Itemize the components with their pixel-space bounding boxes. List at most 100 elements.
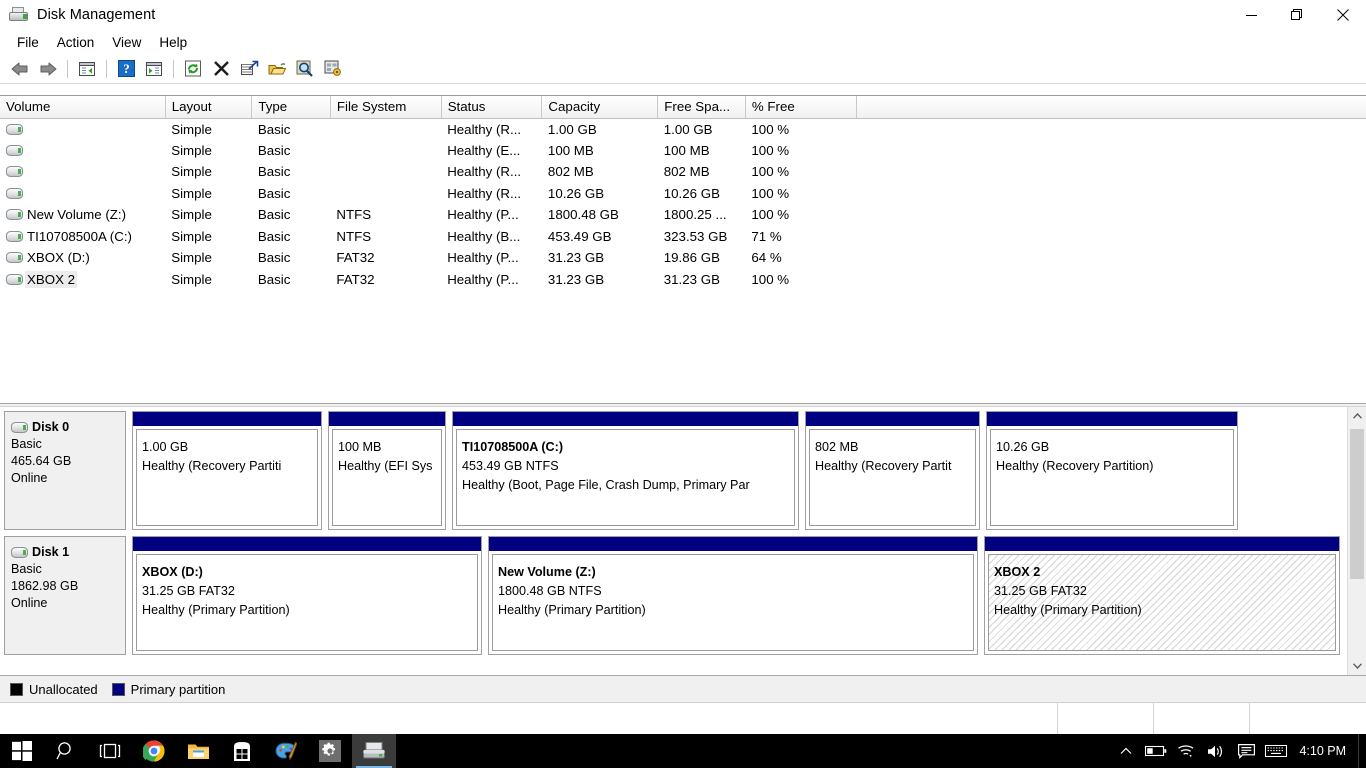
volume-row[interactable]: New Volume (Z:) Simple Basic NTFS Healthy (P… [0, 204, 1366, 226]
menu-file[interactable]: File [8, 32, 48, 53]
column-header-blank[interactable] [856, 96, 1366, 119]
partition-details[interactable]: XBOX 2 31.25 GB FAT32 Healthy (Primary Par… [988, 554, 1336, 651]
show-hidden-icons-icon[interactable] [1111, 734, 1141, 768]
partition-details[interactable]: New Volume (Z:) 1800.48 GB NTFS Healthy (P… [492, 554, 974, 651]
volume-cell-status[interactable]: Healthy (R... [441, 161, 542, 183]
disk-info-panel[interactable]: Disk 1 Basic 1862.98 GB Online [4, 536, 126, 655]
volume-cell-status[interactable]: Healthy (E... [441, 140, 542, 162]
volume-cell-volume[interactable]: New Volume (Z:) [0, 204, 165, 226]
volume-cell-free[interactable]: 323.53 GB [658, 226, 746, 248]
forward-icon[interactable] [34, 56, 62, 82]
column-header-file-system[interactable]: File System [330, 96, 442, 119]
partition-block[interactable]: 100 MB Healthy (EFI Sys [328, 411, 446, 530]
volume-cell-layout[interactable]: Simple [165, 118, 252, 140]
partition-block[interactable]: 10.26 GB Healthy (Recovery Partition) [986, 411, 1238, 530]
partition-block[interactable]: TI10708500A (C:) 453.49 GB NTFS Healthy (B… [452, 411, 799, 530]
start-button[interactable] [0, 734, 44, 768]
back-icon[interactable] [6, 56, 34, 82]
help-icon[interactable]: ? [112, 56, 140, 82]
volume-cell-capacity[interactable]: 10.26 GB [542, 183, 658, 205]
volume-row[interactable]: Simple Basic Healthy (E... 100 MB 100 MB 100 … [0, 140, 1366, 162]
volume-cell-free[interactable]: 100 MB [658, 140, 746, 162]
show-action-pane-icon[interactable] [140, 56, 168, 82]
volume-cell-status[interactable]: Healthy (R... [441, 118, 542, 140]
volume-row[interactable]: TI10708500A (C:) Simple Basic NTFS Healthy (… [0, 226, 1366, 248]
partition-block[interactable]: XBOX 2 31.25 GB FAT32 Healthy (Primary Par… [984, 536, 1340, 655]
menu-help[interactable]: Help [150, 32, 196, 53]
volume-cell-filesystem[interactable]: NTFS [330, 204, 441, 226]
close-button[interactable] [1320, 0, 1366, 30]
file-explorer-icon[interactable] [176, 734, 220, 768]
volume-cell-status[interactable]: Healthy (P... [441, 204, 542, 226]
volume-cell-filesystem[interactable] [330, 161, 441, 183]
configure-icon[interactable] [319, 56, 347, 82]
volume-cell-filesystem[interactable] [330, 183, 441, 205]
partition-details[interactable]: 10.26 GB Healthy (Recovery Partition) [990, 429, 1234, 526]
volume-cell-layout[interactable]: Simple [165, 161, 252, 183]
volume-cell-type[interactable]: Basic [252, 140, 331, 162]
volume-cell-volume[interactable] [0, 118, 165, 140]
volume-cell-free[interactable]: 1.00 GB [658, 118, 746, 140]
volume-cell-free[interactable]: 31.23 GB [658, 269, 746, 291]
wifi-icon[interactable] [1171, 734, 1201, 768]
volume-cell-capacity[interactable]: 453.49 GB [542, 226, 658, 248]
volume-cell-free[interactable]: 10.26 GB [658, 183, 746, 205]
volume-cell-type[interactable]: Basic [252, 226, 331, 248]
volume-cell-capacity[interactable]: 31.23 GB [542, 269, 658, 291]
volume-row[interactable]: Simple Basic Healthy (R... 1.00 GB 1.00 GB 10… [0, 118, 1366, 140]
chrome-icon[interactable] [132, 734, 176, 768]
volume-cell-type[interactable]: Basic [252, 118, 331, 140]
disk-management-taskbar-icon[interactable] [352, 734, 396, 768]
partition-details[interactable]: 1.00 GB Healthy (Recovery Partiti [136, 429, 318, 526]
volume-cell-status[interactable]: Healthy (R... [441, 183, 542, 205]
battery-icon[interactable] [1141, 734, 1171, 768]
minimize-button[interactable] [1228, 0, 1274, 30]
volume-row[interactable]: Simple Basic Healthy (R... 10.26 GB 10.26 GB… [0, 183, 1366, 205]
volume-cell-free[interactable]: 19.86 GB [658, 247, 746, 269]
column-header-layout[interactable]: Layout [165, 96, 253, 119]
action-center-icon[interactable] [1231, 734, 1261, 768]
partition-block[interactable]: New Volume (Z:) 1800.48 GB NTFS Healthy (P… [488, 536, 978, 655]
scroll-down-arrow-icon[interactable] [1348, 657, 1366, 675]
partition-block[interactable]: XBOX (D:) 31.25 GB FAT32 Healthy (Primary … [132, 536, 482, 655]
paint-icon[interactable] [264, 734, 308, 768]
volume-cell-filesystem[interactable]: FAT32 [330, 247, 441, 269]
volume-cell-type[interactable]: Basic [252, 161, 331, 183]
rescan-disks-icon[interactable] [291, 56, 319, 82]
volume-cell-pctfree[interactable]: 100 % [745, 269, 856, 291]
volume-cell-pctfree[interactable]: 100 % [745, 204, 856, 226]
volume-cell-free[interactable]: 802 MB [658, 161, 746, 183]
graphical-view-scrollbar[interactable] [1347, 407, 1366, 675]
column-header-status[interactable]: Status [441, 96, 543, 119]
partition-details[interactable]: TI10708500A (C:) 453.49 GB NTFS Healthy (B… [456, 429, 795, 526]
volume-cell-volume[interactable] [0, 183, 165, 205]
volume-row[interactable]: XBOX 2 Simple Basic FAT32 Healthy (P... 31.23… [0, 269, 1366, 291]
menu-view[interactable]: View [103, 32, 150, 53]
volume-cell-type[interactable]: Basic [252, 183, 331, 205]
volume-cell-capacity[interactable]: 31.23 GB [542, 247, 658, 269]
volume-cell-pctfree[interactable]: 100 % [745, 183, 856, 205]
delete-icon[interactable] [207, 56, 235, 82]
column-header-capacity[interactable]: Capacity [541, 96, 659, 119]
volume-cell-capacity[interactable]: 1800.48 GB [542, 204, 658, 226]
restore-button[interactable] [1274, 0, 1320, 30]
volume-row[interactable]: Simple Basic Healthy (R... 802 MB 802 MB 100 … [0, 161, 1366, 183]
volume-cell-capacity[interactable]: 100 MB [542, 140, 658, 162]
volume-cell-filesystem[interactable] [330, 140, 441, 162]
volume-cell-filesystem[interactable] [330, 118, 441, 140]
volume-cell-pctfree[interactable]: 100 % [745, 140, 856, 162]
menu-action[interactable]: Action [48, 32, 104, 53]
volume-cell-type[interactable]: Basic [252, 247, 331, 269]
volume-cell-volume[interactable] [0, 161, 165, 183]
volume-cell-pctfree[interactable]: 71 % [745, 226, 856, 248]
volume-cell-layout[interactable]: Simple [165, 140, 252, 162]
volume-cell-volume[interactable]: XBOX (D:) [0, 247, 165, 269]
volume-cell-pctfree[interactable]: 100 % [745, 118, 856, 140]
clock[interactable]: 4:10 PM [1291, 734, 1358, 768]
open-icon[interactable] [263, 56, 291, 82]
disk-info-panel[interactable]: Disk 0 Basic 465.64 GB Online [4, 411, 126, 530]
volume-cell-type[interactable]: Basic [252, 204, 331, 226]
volume-cell-status[interactable]: Healthy (P... [441, 247, 542, 269]
search-icon[interactable] [44, 734, 88, 768]
properties-icon[interactable] [235, 56, 263, 82]
